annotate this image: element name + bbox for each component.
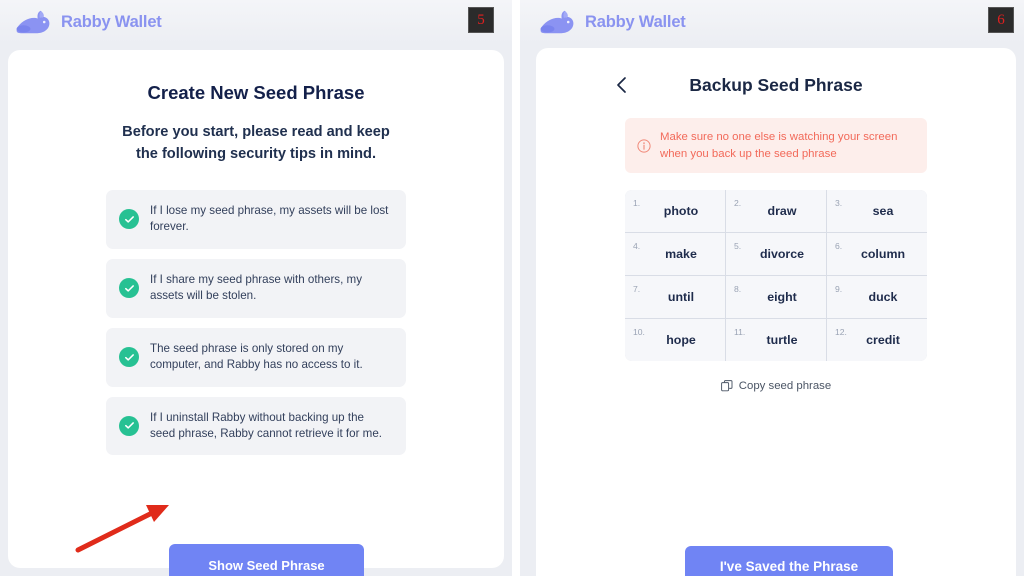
seed-phrase-grid: 1. photo 2. draw 3. sea 4. make 5. divorce 6.… [625, 190, 927, 362]
seed-index: 9. [835, 284, 843, 295]
seed-index: 11. [734, 327, 746, 338]
backup-seed-card: Backup Seed Phrase Make sure no one else… [536, 48, 1016, 576]
tip-text: If I uninstall Rabby without backing up … [150, 410, 382, 440]
seed-word-cell: 1. photo [625, 190, 725, 233]
seed-index: 8. [734, 284, 742, 295]
seed-word-cell: 9. duck [827, 276, 927, 319]
list-item: If I lose my seed phrase, my assets will… [106, 189, 406, 249]
seed-index: 10. [633, 327, 645, 338]
seed-word: credit [866, 333, 900, 348]
seed-index: 1. [633, 198, 641, 209]
seed-word-cell: 11. turtle [726, 319, 826, 362]
seed-word-cell: 6. column [827, 233, 927, 276]
seed-index: 2. [734, 198, 742, 209]
seed-word-cell: 5. divorce [726, 233, 826, 276]
list-item: If I share my seed phrase with others, m… [106, 258, 406, 318]
list-item: The seed phrase is only stored on my com… [106, 327, 406, 387]
seed-word: duck [868, 290, 898, 305]
chevron-left-icon[interactable] [614, 75, 630, 95]
page-title-right: Backup Seed Phrase [689, 74, 863, 95]
seed-word: sea [872, 204, 894, 219]
warning-text: Make sure no one else is watching your s… [660, 131, 898, 160]
seed-index: 12. [835, 327, 847, 338]
show-seed-phrase-button[interactable]: Show Seed Phrase [169, 544, 364, 576]
seed-word: eight [767, 290, 797, 305]
seed-index: 4. [633, 241, 641, 252]
screen-watch-warning: Make sure no one else is watching your s… [625, 118, 927, 174]
page-title-left: Create New Seed Phrase [147, 82, 365, 103]
seed-word: photo [663, 204, 699, 219]
rabbit-icon [16, 10, 50, 34]
create-seed-card: Create New Seed Phrase Before you start,… [8, 50, 504, 576]
step-badge-right: 6 [988, 7, 1014, 33]
info-circle-icon [637, 138, 651, 153]
seed-word: make [665, 247, 697, 262]
left-app-header: Rabby Wallet 5 [0, 0, 512, 44]
seed-word: column [860, 247, 906, 262]
right-app-header: Rabby Wallet 6 [520, 0, 1024, 44]
seed-word-cell: 7. until [625, 276, 725, 319]
check-circle-icon [119, 347, 139, 368]
seed-index: 7. [633, 284, 641, 295]
step-badge-left: 5 [468, 7, 494, 33]
card-header: Backup Seed Phrase [536, 54, 1016, 116]
seed-index: 5. [734, 241, 742, 252]
copy-icon [720, 380, 733, 392]
seed-word: divorce [759, 247, 805, 262]
check-circle-icon [119, 415, 139, 436]
panel-divider [512, 0, 520, 576]
seed-word-cell: 3. sea [827, 190, 927, 233]
security-tips-list: If I lose my seed phrase, my assets will… [106, 189, 406, 456]
copy-seed-phrase-label: Copy seed phrase [738, 380, 832, 393]
seed-word: turtle [766, 333, 798, 348]
seed-index: 3. [835, 198, 843, 209]
rabbit-icon [540, 10, 574, 34]
brand-logo: Rabby Wallet [538, 9, 686, 35]
seed-word-cell: 8. eight [726, 276, 826, 319]
page-subtitle-left: Before you start, please read and keep t… [122, 124, 390, 162]
check-circle-icon [119, 278, 139, 299]
saved-phrase-button[interactable]: I've Saved the Phrase [685, 546, 893, 576]
brand-name: Rabby Wallet [61, 12, 162, 31]
seed-word-cell: 2. draw [726, 190, 826, 233]
seed-word: until [667, 290, 695, 305]
right-panel: Rabby Wallet 6 Backup Seed Phrase Make s… [520, 0, 1024, 576]
list-item: If I uninstall Rabby without backing up … [106, 396, 406, 456]
left-panel: Rabby Wallet 5 Create New Seed Phrase Be… [0, 0, 512, 576]
screenshot-root: Rabby Wallet 5 Create New Seed Phrase Be… [0, 0, 1024, 576]
check-circle-icon [119, 209, 139, 230]
tip-text: If I lose my seed phrase, my assets will… [150, 203, 389, 234]
tip-text: If I share my seed phrase with others, m… [150, 272, 362, 303]
seed-word: draw [767, 204, 797, 219]
brand-logo: Rabby Wallet [14, 9, 162, 35]
copy-seed-phrase-link[interactable]: Copy seed phrase [625, 380, 927, 392]
seed-word-cell: 10. hope [625, 319, 725, 362]
seed-word-cell: 4. make [625, 233, 725, 276]
seed-word-cell: 12. credit [827, 319, 927, 362]
brand-name: Rabby Wallet [585, 12, 686, 31]
tip-text: The seed phrase is only stored on my com… [150, 341, 363, 372]
seed-index: 6. [835, 241, 843, 252]
seed-word: hope [666, 333, 696, 348]
